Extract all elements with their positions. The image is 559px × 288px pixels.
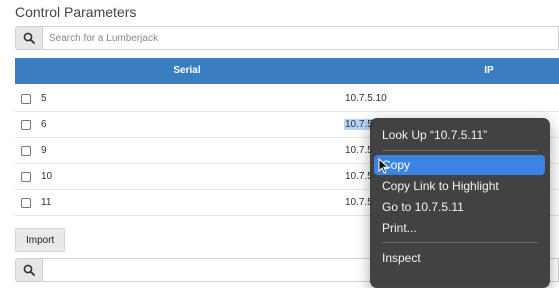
table-row[interactable]: 5 10.7.5.10 bbox=[15, 85, 559, 112]
row-checkbox[interactable] bbox=[21, 120, 31, 130]
import-button[interactable]: Import bbox=[15, 228, 66, 252]
menu-separator bbox=[382, 150, 538, 151]
search-input[interactable] bbox=[43, 26, 559, 50]
menu-item-go-to[interactable]: Go to 10.7.5.11 bbox=[374, 197, 545, 217]
serial-cell: 10 bbox=[41, 171, 53, 182]
serial-cell: 6 bbox=[41, 119, 47, 130]
page-title: Control Parameters bbox=[15, 4, 137, 20]
mouse-cursor-icon bbox=[378, 158, 389, 174]
serial-cell: 5 bbox=[41, 93, 47, 104]
table-header: Serial IP bbox=[15, 58, 559, 84]
search-bar bbox=[15, 26, 559, 50]
row-checkbox[interactable] bbox=[21, 146, 31, 156]
menu-item-print[interactable]: Print... bbox=[374, 218, 545, 238]
serial-cell: 9 bbox=[41, 145, 47, 156]
row-checkbox[interactable] bbox=[21, 172, 31, 182]
context-menu: Look Up “10.7.5.11” Copy Copy Link to Hi… bbox=[370, 118, 550, 288]
serial-cell: 11 bbox=[41, 197, 52, 208]
column-header-ip[interactable]: IP bbox=[473, 65, 505, 76]
second-search-button[interactable] bbox=[15, 258, 43, 282]
search-icon bbox=[23, 264, 35, 276]
menu-item-copy-link[interactable]: Copy Link to Highlight bbox=[374, 176, 545, 196]
menu-separator bbox=[382, 242, 538, 243]
menu-item-copy[interactable]: Copy bbox=[374, 155, 545, 175]
row-checkbox[interactable] bbox=[21, 198, 31, 208]
menu-item-inspect[interactable]: Inspect bbox=[374, 248, 545, 268]
search-button[interactable] bbox=[15, 26, 43, 50]
search-icon bbox=[23, 32, 35, 44]
ip-cell: 10.7.5.10 bbox=[345, 93, 387, 104]
menu-item-look-up[interactable]: Look Up “10.7.5.11” bbox=[374, 125, 545, 145]
row-checkbox[interactable] bbox=[21, 94, 31, 104]
column-header-serial[interactable]: Serial bbox=[155, 65, 219, 76]
